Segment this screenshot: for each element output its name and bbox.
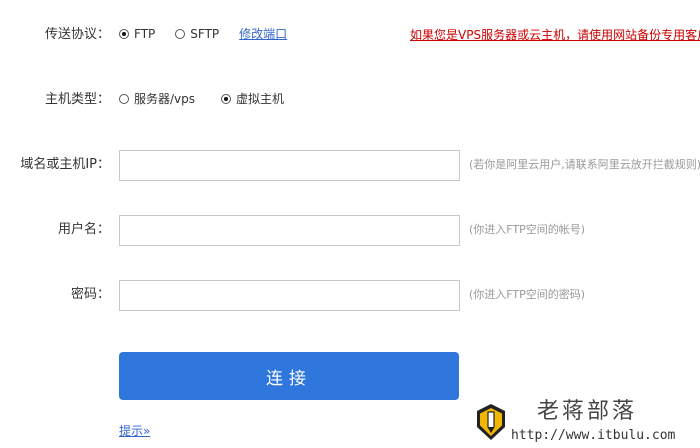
- radio-unchecked-icon: [175, 29, 186, 39]
- password-field-label: 密码：: [70, 287, 110, 302]
- protocol-option-ftp-label: FTP: [134, 27, 156, 41]
- username-input[interactable]: [119, 215, 460, 246]
- radio-checked-icon: [119, 29, 129, 39]
- password-hint: (你进入FTP空间的密码): [469, 288, 586, 301]
- modify-port-link[interactable]: 修改端口: [239, 26, 287, 42]
- protocol-label: 传送协议：: [44, 27, 110, 42]
- host-type-option-virtual-label: 虚拟主机: [236, 92, 285, 106]
- host-type-option-server-label: 服务器/vps: [134, 92, 196, 106]
- pencil-logo-icon: [477, 404, 505, 440]
- host-type-option-server[interactable]: 服务器/vps: [119, 91, 195, 107]
- connect-button[interactable]: 连接: [119, 352, 459, 400]
- host-input[interactable]: [119, 150, 460, 181]
- password-input[interactable]: [119, 280, 460, 311]
- watermark-url: http://www.itbulu.com: [511, 428, 676, 443]
- host-type-label: 主机类型：: [44, 92, 110, 107]
- host-hint: (若你是阿里云用户,请联系阿里云放开拦截规则): [469, 158, 700, 171]
- radio-unchecked-icon: [119, 94, 129, 104]
- protocol-option-sftp-label: SFTP: [190, 27, 220, 41]
- username-hint: (你进入FTP空间的帐号): [469, 223, 586, 236]
- host-type-radio-group: 服务器/vps 虚拟主机: [119, 91, 304, 107]
- protocol-radio-group: FTP SFTP 修改端口: [119, 26, 287, 42]
- protocol-option-ftp[interactable]: FTP: [119, 26, 155, 42]
- host-type-option-virtual[interactable]: 虚拟主机: [221, 91, 284, 107]
- ftp-connect-form: 传送协议： FTP SFTP 修改端口 如果您是VPS服务器或云主机，请使用网站…: [0, 0, 700, 448]
- watermark: 老蒋部落 http://www.itbulu.com: [475, 397, 700, 448]
- host-field-label: 域名或主机IP：: [20, 157, 110, 172]
- radio-checked-icon: [221, 94, 232, 104]
- username-field-label: 用户名：: [57, 222, 110, 237]
- watermark-title: 老蒋部落: [537, 399, 638, 424]
- vps-warning-link[interactable]: 如果您是VPS服务器或云主机，请使用网站备份专用客户端: [410, 27, 700, 43]
- protocol-option-sftp[interactable]: SFTP: [175, 26, 219, 42]
- tip-link[interactable]: 提示»: [119, 423, 150, 439]
